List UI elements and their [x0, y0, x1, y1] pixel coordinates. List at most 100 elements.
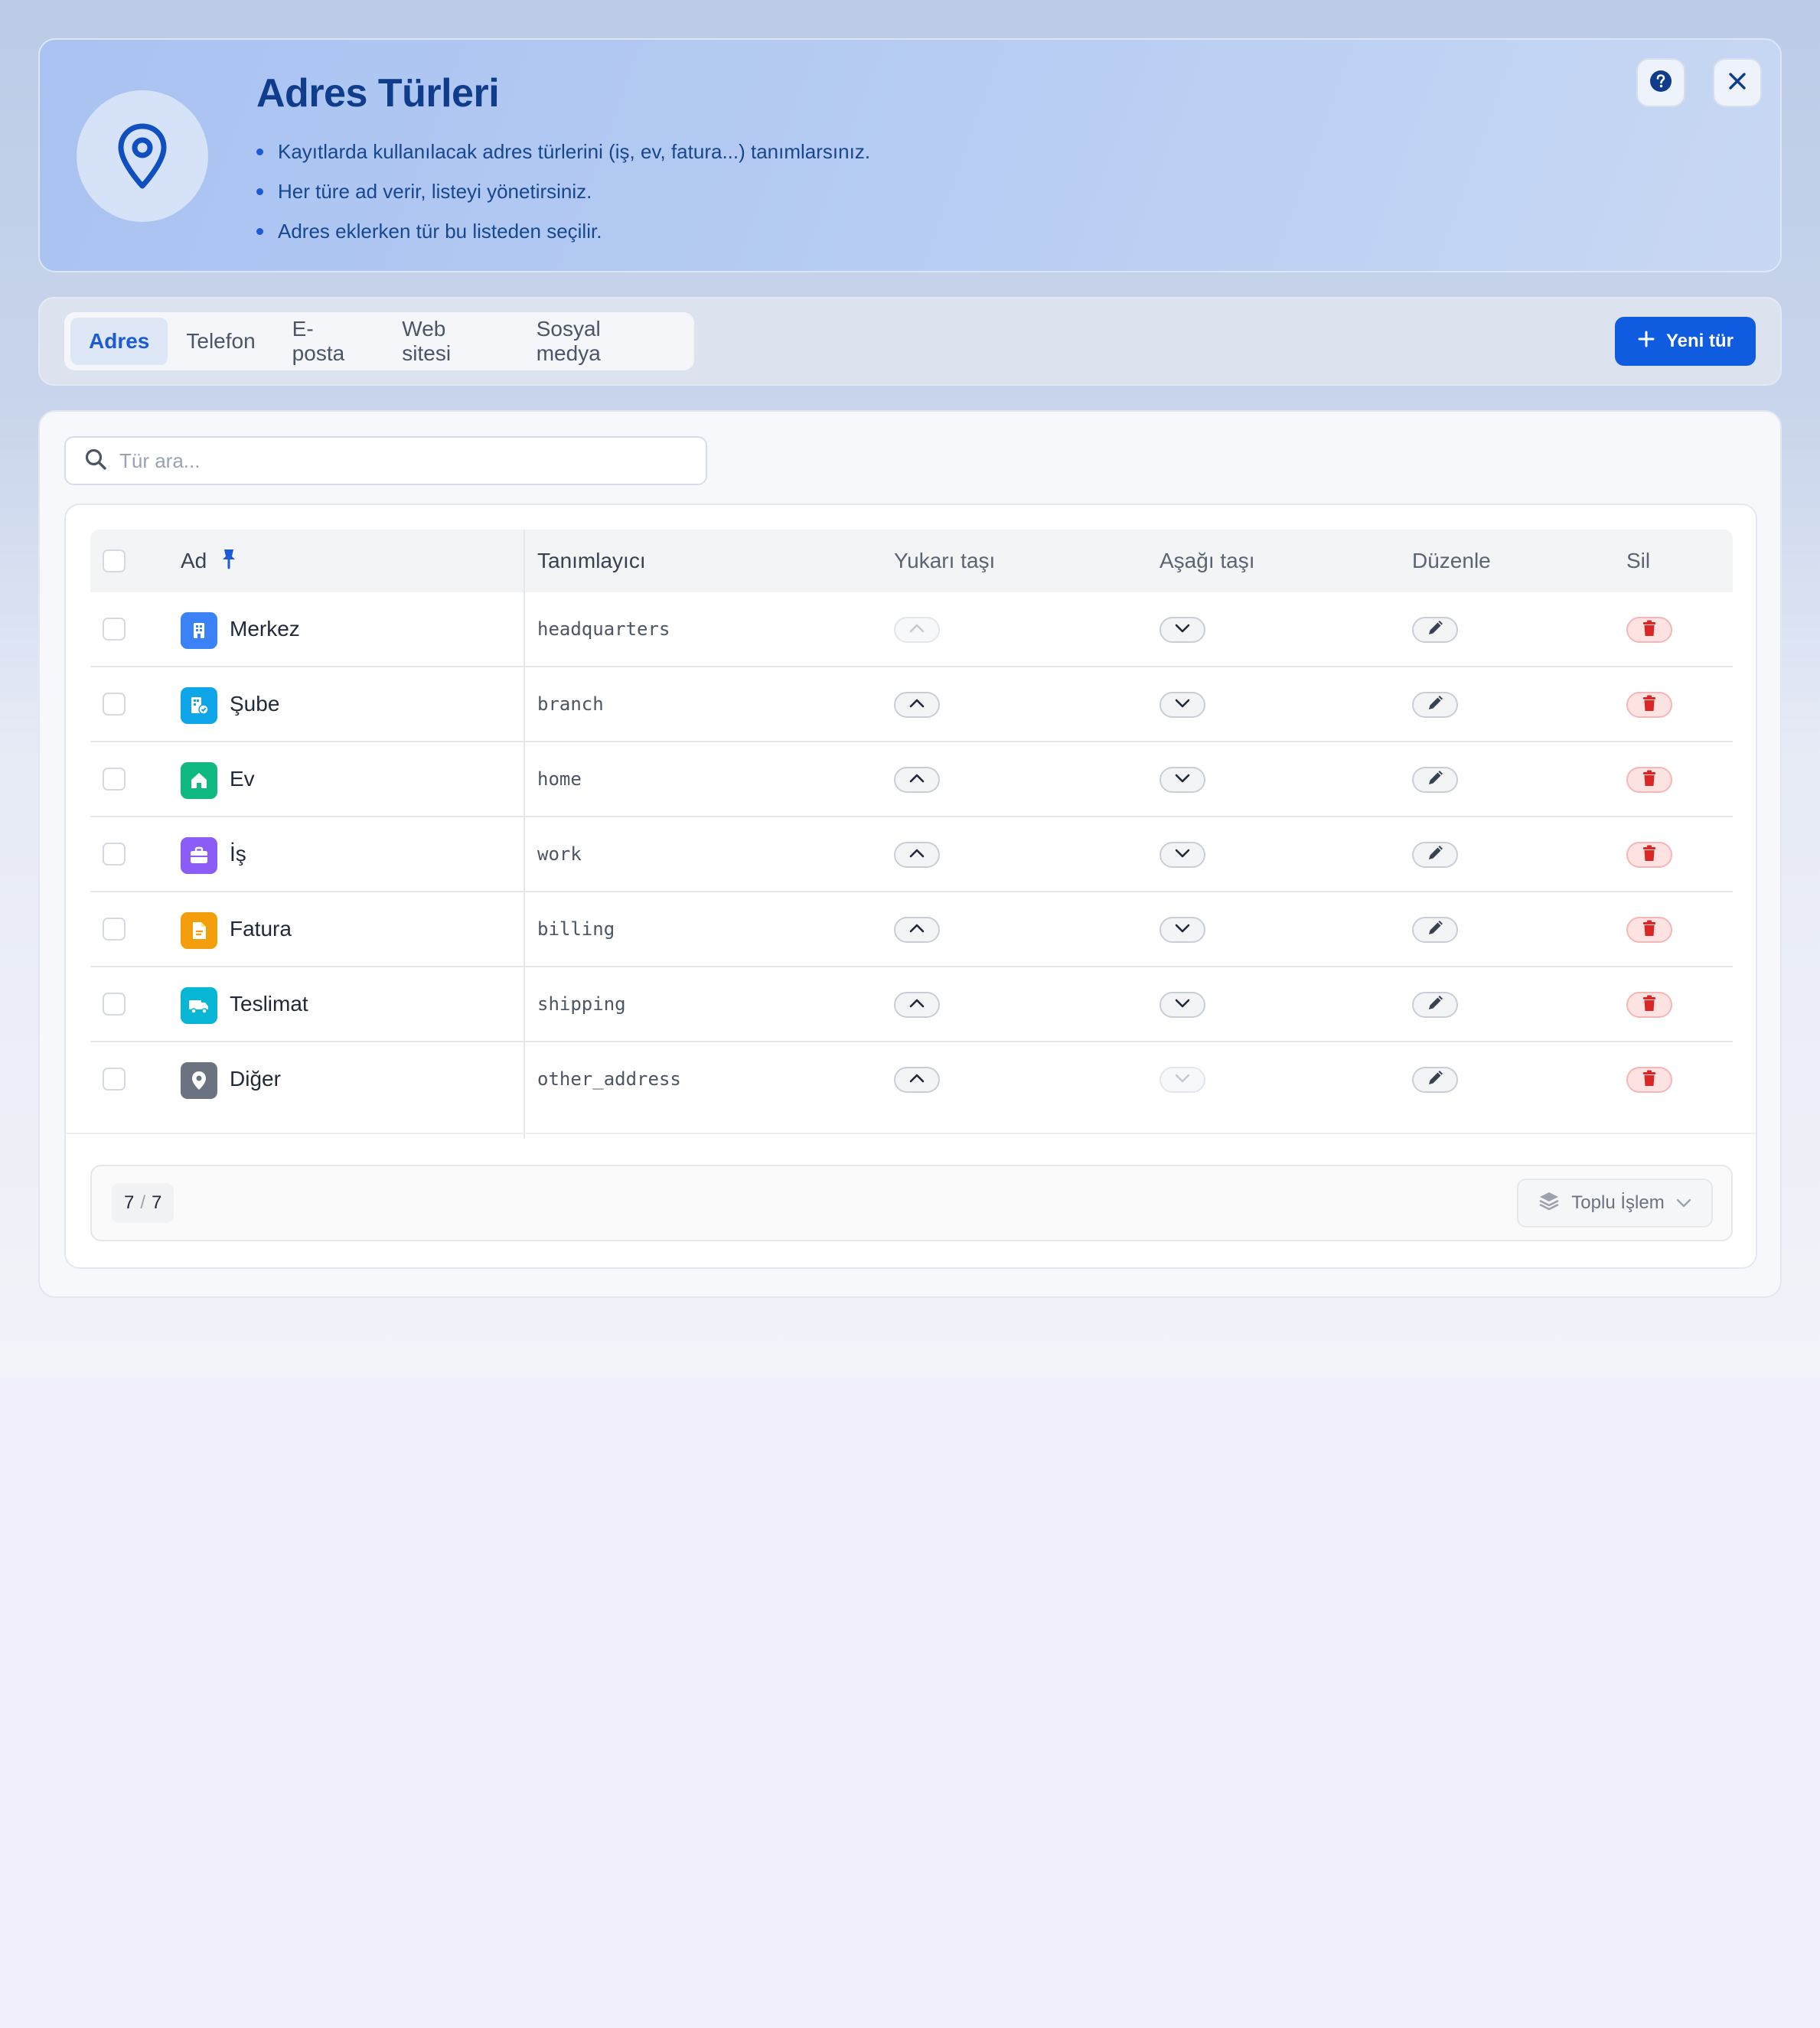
search-input[interactable] [118, 448, 657, 474]
move-up-button[interactable] [894, 917, 940, 943]
move-down-button[interactable] [1160, 617, 1205, 643]
delete-button[interactable] [1626, 842, 1672, 868]
row-checkbox[interactable] [103, 843, 126, 866]
delete-button[interactable] [1626, 692, 1672, 718]
plus-icon [1637, 330, 1655, 354]
description-item: Her türe ad verir, listeyi yönetirsiniz. [256, 171, 870, 211]
footer-divider [66, 1133, 1756, 1134]
pencil-icon [1426, 694, 1444, 716]
delete-button[interactable] [1626, 917, 1672, 943]
move-down-button[interactable] [1160, 767, 1205, 793]
help-circle-icon [1649, 70, 1672, 96]
table-footer: 7 / 7 Toplu İşlem [90, 1165, 1733, 1241]
trash-icon [1641, 769, 1658, 791]
row-checkbox[interactable] [103, 768, 126, 791]
tab-website[interactable]: Web sitesi [383, 317, 517, 365]
chevron-up-icon [908, 698, 925, 712]
move-up-button[interactable] [894, 992, 940, 1018]
move-up-button[interactable] [894, 842, 940, 868]
building-icon [181, 612, 217, 649]
delete-button[interactable] [1626, 767, 1672, 793]
edit-button[interactable] [1412, 692, 1458, 718]
new-type-label: Yeni tür [1665, 331, 1734, 351]
page-container: Adres Türleri Kayıtlarda kullanılacak ad… [38, 38, 1782, 1298]
chevron-down-icon [1174, 1073, 1191, 1087]
branch-building-icon [181, 687, 217, 724]
move-up-button[interactable] [894, 767, 940, 793]
move-down-button[interactable] [1160, 842, 1205, 868]
row-checkbox[interactable] [103, 618, 126, 641]
row-count: 7 / 7 [112, 1183, 174, 1223]
pencil-icon [1426, 1069, 1444, 1091]
row-name: Fatura [230, 917, 292, 941]
move-down-button[interactable] [1160, 1067, 1205, 1093]
column-header-move-up: Yukarı taşı [894, 549, 996, 572]
row-name: Merkez [230, 617, 300, 641]
tab-email[interactable]: E-posta [274, 317, 384, 365]
edit-button[interactable] [1412, 767, 1458, 793]
types-card: Ad Tanımlayıcı Yukarı taşı Aşağı taşı Dü… [38, 410, 1782, 1298]
column-header-move-down: Aşağı taşı [1160, 549, 1255, 572]
type-tabs-bar: Adres Telefon E-posta Web sitesi Sosyal … [38, 297, 1782, 386]
row-checkbox[interactable] [103, 993, 126, 1016]
layers-icon [1538, 1189, 1561, 1218]
chevron-up-icon [908, 1073, 925, 1087]
row-checkbox[interactable] [103, 693, 126, 716]
location-icon [181, 1062, 217, 1099]
bulk-action-label: Toplu İşlem [1571, 1192, 1665, 1213]
chevron-down-icon [1174, 923, 1191, 937]
delete-button[interactable] [1626, 992, 1672, 1018]
move-up-button[interactable] [894, 617, 940, 643]
description-item: Kayıtlarda kullanılacak adres türlerini … [256, 132, 870, 171]
row-name: Diğer [230, 1067, 281, 1091]
move-up-button[interactable] [894, 692, 940, 718]
column-header-edit: Düzenle [1412, 549, 1491, 572]
row-name: Ev [230, 767, 255, 791]
new-type-button[interactable]: Yeni tür [1615, 317, 1756, 366]
edit-button[interactable] [1412, 617, 1458, 643]
truck-icon [181, 987, 217, 1024]
help-button[interactable] [1636, 58, 1685, 107]
chevron-up-icon [908, 848, 925, 862]
types-table: Ad Tanımlayıcı Yukarı taşı Aşağı taşı Dü… [64, 504, 1757, 1269]
close-icon [1727, 71, 1747, 95]
description-list: Kayıtlarda kullanılacak adres türlerini … [256, 132, 870, 251]
pin-icon [220, 531, 237, 594]
table-row: Fatura billing [90, 892, 1733, 967]
move-down-button[interactable] [1160, 992, 1205, 1018]
table-row: Merkez headquarters [90, 592, 1733, 667]
select-all-checkbox[interactable] [103, 549, 126, 572]
chevron-down-icon [1174, 848, 1191, 862]
tab-address[interactable]: Adres [70, 318, 168, 365]
row-checkbox[interactable] [103, 918, 126, 941]
row-name: Teslimat [230, 992, 308, 1016]
chevron-up-icon [908, 923, 925, 937]
edit-button[interactable] [1412, 1067, 1458, 1093]
edit-button[interactable] [1412, 992, 1458, 1018]
pencil-icon [1426, 619, 1444, 641]
tab-phone[interactable]: Telefon [168, 318, 273, 365]
page-header: Adres Türleri Kayıtlarda kullanılacak ad… [38, 38, 1782, 272]
delete-button[interactable] [1626, 617, 1672, 643]
bulk-action-button[interactable]: Toplu İşlem [1517, 1179, 1713, 1228]
row-checkbox[interactable] [103, 1068, 126, 1091]
move-down-button[interactable] [1160, 917, 1205, 943]
edit-button[interactable] [1412, 842, 1458, 868]
column-header-name[interactable]: Ad [181, 530, 237, 592]
row-identifier: billing [537, 918, 615, 940]
table-row: Teslimat shipping [90, 967, 1733, 1042]
type-tabs: Adres Telefon E-posta Web sitesi Sosyal … [64, 312, 694, 370]
move-up-button[interactable] [894, 1067, 940, 1093]
chevron-down-icon [1174, 998, 1191, 1012]
move-down-button[interactable] [1160, 692, 1205, 718]
close-button[interactable] [1713, 58, 1762, 107]
row-name: İş [230, 842, 246, 866]
column-header-identifier: Tanımlayıcı [537, 549, 646, 572]
delete-button[interactable] [1626, 1067, 1672, 1093]
edit-button[interactable] [1412, 917, 1458, 943]
search-box [64, 436, 707, 485]
trash-icon [1641, 619, 1658, 641]
pencil-icon [1426, 769, 1444, 791]
tab-social-media[interactable]: Sosyal medya [518, 317, 688, 365]
description-item: Adres eklerken tür bu listeden seçilir. [256, 211, 870, 251]
